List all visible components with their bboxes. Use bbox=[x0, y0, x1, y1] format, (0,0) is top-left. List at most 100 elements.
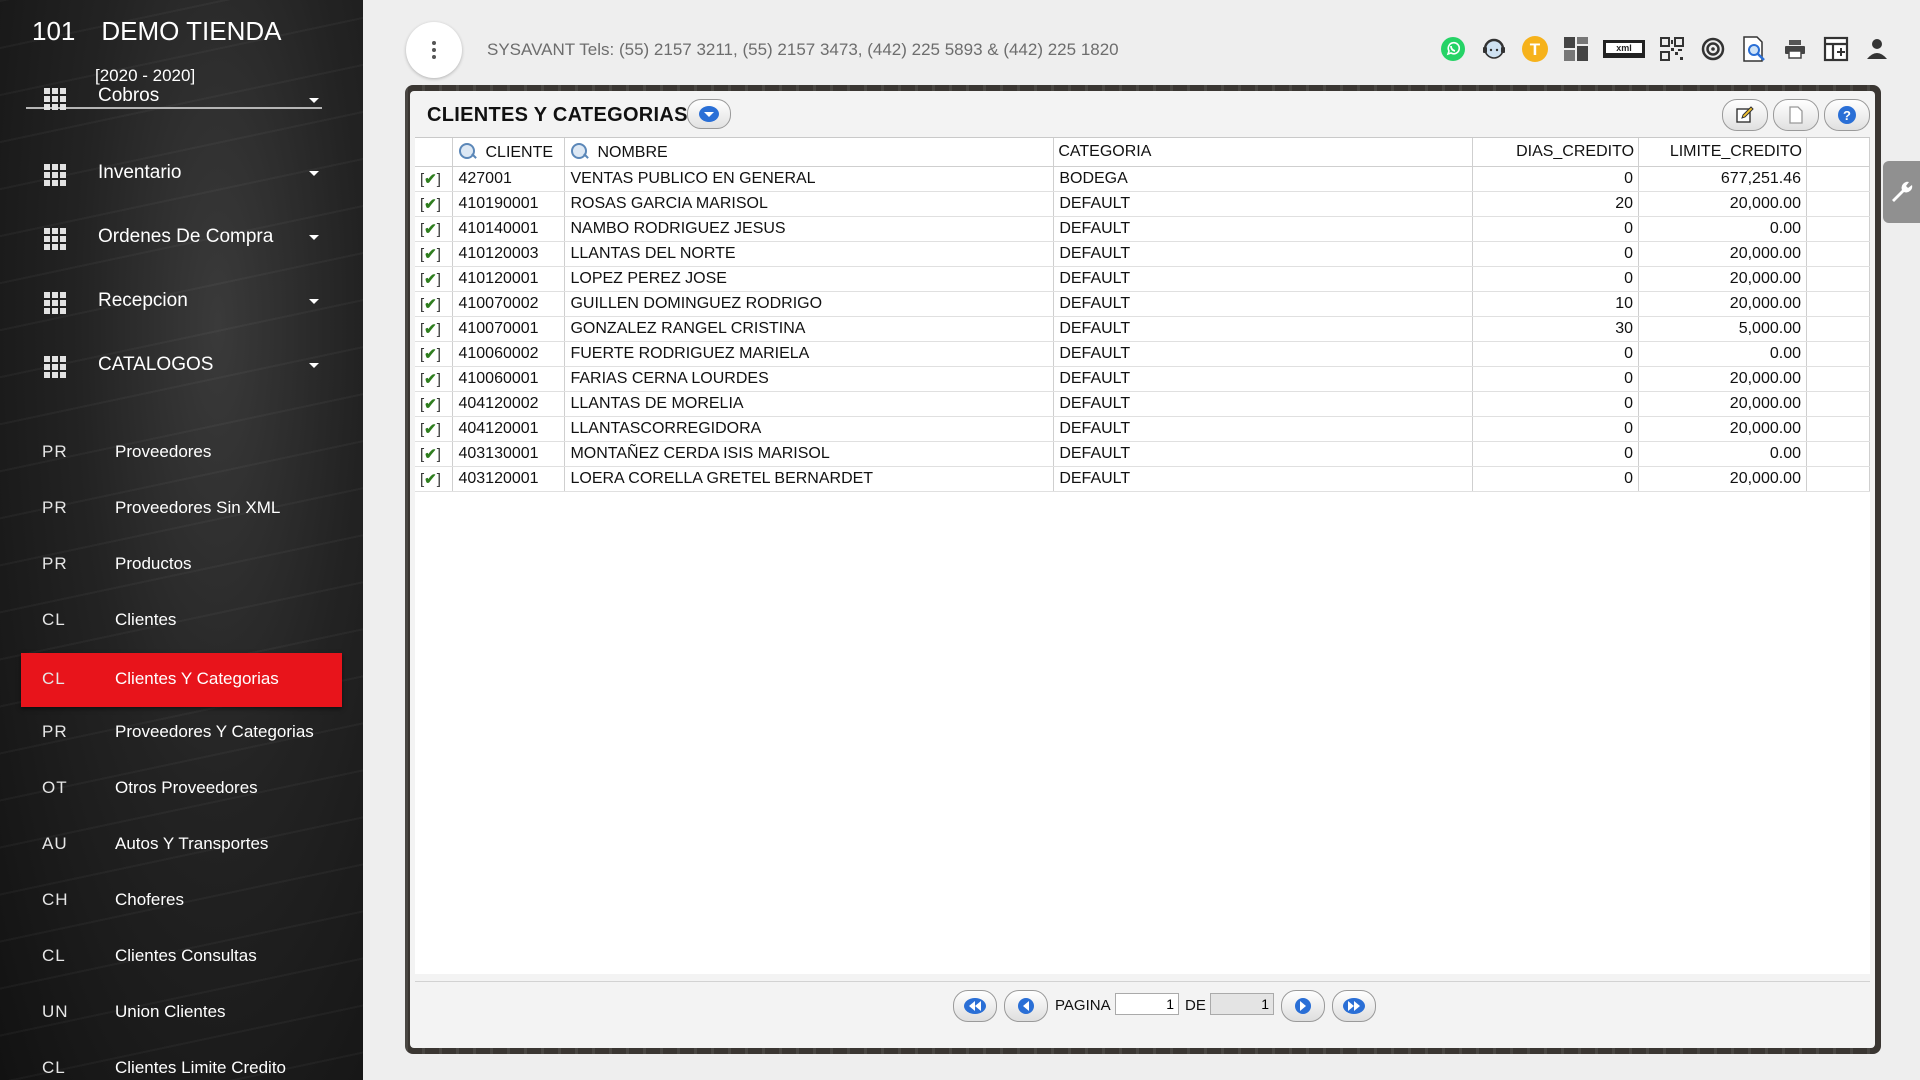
t-badge-icon[interactable]: T bbox=[1520, 34, 1550, 64]
row-select-checkbox[interactable]: [✔] bbox=[415, 466, 454, 492]
row-select-checkbox[interactable]: [✔] bbox=[415, 241, 454, 267]
table-row[interactable]: [✔] 410070002 GUILLEN DOMINGUEZ RODRIGO DEF… bbox=[415, 291, 1871, 317]
last-page-button[interactable] bbox=[1332, 990, 1376, 1022]
sidebar-item-productos[interactable]: PR Productos bbox=[0, 540, 363, 590]
column-label-nombre: NOMBRE bbox=[597, 143, 668, 161]
sidebar-item-otros-proveedores[interactable]: OT Otros Proveedores bbox=[0, 764, 363, 814]
grid-icon bbox=[44, 292, 66, 314]
sidebar-item-clientes-consultas[interactable]: CL Clientes Consultas bbox=[0, 932, 363, 982]
table-row[interactable]: [✔] 404120002 LLANTAS DE MORELIA DEFAULT 0 20… bbox=[415, 391, 1871, 417]
menu-item-catalogos[interactable]: CATALOGOS bbox=[0, 341, 363, 389]
edit-button[interactable] bbox=[1722, 99, 1768, 131]
qr-code-icon[interactable] bbox=[1657, 34, 1687, 64]
row-select-checkbox[interactable]: [✔] bbox=[415, 166, 454, 192]
sidebar-item-clientes-limite-credito[interactable]: CL Clientes Limite Credito bbox=[0, 1044, 363, 1080]
cell-nombre: MONTAÑEZ CERDA ISIS MARISOL bbox=[564, 441, 1055, 467]
cell-cliente: 410140001 bbox=[452, 216, 566, 242]
target-icon[interactable] bbox=[1698, 34, 1728, 64]
menu-item-cobros[interactable]: Cobros bbox=[0, 85, 363, 133]
column-header-categoria[interactable]: CATEGORIA bbox=[1053, 138, 1474, 167]
previous-page-button[interactable] bbox=[1004, 990, 1048, 1022]
sidebar-item-proveedores[interactable]: PR Proveedores bbox=[0, 428, 363, 478]
cell-cliente: 404120001 bbox=[452, 416, 566, 442]
sidebar-item-proveedores-y-categorias[interactable]: PR Proveedores Y Categorias bbox=[0, 708, 363, 758]
column-header-dias-credito[interactable]: DIAS_CREDITO bbox=[1472, 138, 1640, 167]
table-row[interactable]: [✔] 410060001 FARIAS CERNA LOURDES DEFAULT 0… bbox=[415, 366, 1871, 392]
next-page-button[interactable] bbox=[1281, 990, 1325, 1022]
sidebar-item-union-clientes[interactable]: UN Union Clientes bbox=[0, 988, 363, 1038]
row-select-checkbox[interactable]: [✔] bbox=[415, 191, 454, 217]
cell-nombre: GUILLEN DOMINGUEZ RODRIGO bbox=[564, 291, 1055, 317]
sidebar-item-label: Clientes Y Categorias bbox=[115, 669, 279, 688]
row-select-checkbox[interactable]: [✔] bbox=[415, 266, 454, 292]
row-select-checkbox[interactable]: [✔] bbox=[415, 216, 454, 242]
table-row[interactable]: [✔] 410120001 LOPEZ PEREZ JOSE DEFAULT 0 20,0… bbox=[415, 266, 1871, 292]
xml-icon[interactable]: xml bbox=[1602, 34, 1646, 64]
sidebar-item-autos-y-transportes[interactable]: AU Autos Y Transportes bbox=[0, 820, 363, 870]
row-select-checkbox[interactable]: [✔] bbox=[415, 416, 454, 442]
row-select-checkbox[interactable]: [✔] bbox=[415, 366, 454, 392]
sidebar-item-clientes-y-categorias[interactable]: CL Clientes Y Categorias bbox=[21, 653, 342, 707]
search-document-icon[interactable] bbox=[1739, 34, 1769, 64]
t-badge-text: T bbox=[1530, 40, 1541, 59]
first-page-button[interactable] bbox=[953, 990, 997, 1022]
search-column-icon[interactable] bbox=[459, 142, 476, 159]
sidebar-item-proveedores-sin-xml[interactable]: PR Proveedores Sin XML bbox=[0, 484, 363, 534]
cell-categoria: DEFAULT bbox=[1053, 316, 1474, 342]
column-header-limite-credito[interactable]: LIMITE_CREDITO bbox=[1638, 138, 1807, 167]
filler-cell bbox=[1806, 166, 1871, 192]
pagination-bar: PAGINA DE bbox=[415, 981, 1870, 1030]
help-button[interactable]: ? bbox=[1824, 99, 1870, 131]
table-row[interactable]: [✔] 403120001 LOERA CORELLA GRETEL BERNARD… bbox=[415, 466, 1871, 492]
whatsapp-icon[interactable] bbox=[1438, 34, 1468, 64]
table-row[interactable]: [✔] 404120001 LLANTASCORREGIDORA DEFAULT 0 20… bbox=[415, 416, 1871, 442]
sidebar-item-label: Clientes Consultas bbox=[115, 946, 257, 965]
cell-nombre: LLANTAS DEL NORTE bbox=[564, 241, 1055, 267]
row-select-checkbox[interactable]: [✔] bbox=[415, 341, 454, 367]
xml-label: xml bbox=[1616, 43, 1632, 53]
row-select-checkbox[interactable]: [✔] bbox=[415, 291, 454, 317]
dashboard-icon[interactable] bbox=[1561, 34, 1591, 64]
menu-item-ordenes-de-compra[interactable]: Ordenes De Compra bbox=[0, 213, 363, 261]
cell-cliente: 410060002 bbox=[452, 341, 566, 367]
cell-cliente: 410120003 bbox=[452, 241, 566, 267]
table-row[interactable]: [✔] 410140001 NAMBO RODRIGUEZ JESUS DEFAULT… bbox=[415, 216, 1871, 242]
cell-dias-credito: 0 bbox=[1472, 266, 1640, 292]
search-column-icon[interactable] bbox=[571, 142, 588, 159]
table-row[interactable]: [✔] 410190001 ROSAS GARCIA MARISOL DEFAULT 2… bbox=[415, 191, 1871, 217]
cell-cliente: 410070001 bbox=[452, 316, 566, 342]
row-select-checkbox[interactable]: [✔] bbox=[415, 316, 454, 342]
more-options-button[interactable] bbox=[406, 22, 462, 78]
grid-icon bbox=[44, 356, 66, 378]
sidebar-item-clientes[interactable]: CL Clientes bbox=[0, 596, 363, 646]
menu-item-label: Cobros bbox=[98, 85, 160, 106]
page-number-input[interactable] bbox=[1115, 993, 1179, 1015]
table-row[interactable]: [✔] 410120003 LLANTAS DEL NORTE DEFAULT 0 20,… bbox=[415, 241, 1871, 267]
title-dropdown-button[interactable] bbox=[687, 99, 731, 129]
menu-item-recepcion[interactable]: Recepcion bbox=[0, 277, 363, 325]
clientes-categorias-window: CLIENTES Y CATEGORIAS ? CLIENTE NOMBRE C… bbox=[405, 85, 1881, 1054]
add-window-icon[interactable] bbox=[1821, 34, 1851, 64]
support-agent-icon[interactable] bbox=[1479, 34, 1509, 64]
printer-icon[interactable] bbox=[1780, 34, 1810, 64]
settings-tab[interactable] bbox=[1883, 161, 1920, 223]
row-select-checkbox[interactable]: [✔] bbox=[415, 391, 454, 417]
table-row[interactable]: [✔] 410060002 FUERTE RODRIGUEZ MARIELA DEFA… bbox=[415, 341, 1871, 367]
table-row[interactable]: [✔] 403130001 MONTAÑEZ CERDA ISIS MARISOL D… bbox=[415, 441, 1871, 467]
clients-table: CLIENTE NOMBRE CATEGORIA DIAS_CREDITO LI… bbox=[415, 138, 1871, 492]
table-row[interactable]: [✔] 427001 VENTAS PUBLICO EN GENERAL BODEGA… bbox=[415, 166, 1871, 192]
cell-dias-credito: 0 bbox=[1472, 466, 1640, 492]
filler-cell bbox=[1806, 391, 1871, 417]
column-header-nombre[interactable]: NOMBRE bbox=[564, 138, 1055, 167]
row-select-checkbox[interactable]: [✔] bbox=[415, 441, 454, 467]
cell-dias-credito: 0 bbox=[1472, 416, 1640, 442]
user-icon[interactable] bbox=[1862, 34, 1892, 64]
cell-dias-credito: 30 bbox=[1472, 316, 1640, 342]
sidebar-item-choferes[interactable]: CH Choferes bbox=[0, 876, 363, 926]
clients-grid: CLIENTE NOMBRE CATEGORIA DIAS_CREDITO LI… bbox=[415, 137, 1871, 974]
table-row[interactable]: [✔] 410070001 GONZALEZ RANGEL CRISTINA DEFA… bbox=[415, 316, 1871, 342]
column-header-cliente[interactable]: CLIENTE bbox=[452, 138, 566, 167]
new-document-button[interactable] bbox=[1773, 99, 1819, 131]
menu-item-inventario[interactable]: Inventario bbox=[0, 149, 363, 197]
fiscal-years: [2020 - 2020] bbox=[95, 66, 196, 85]
